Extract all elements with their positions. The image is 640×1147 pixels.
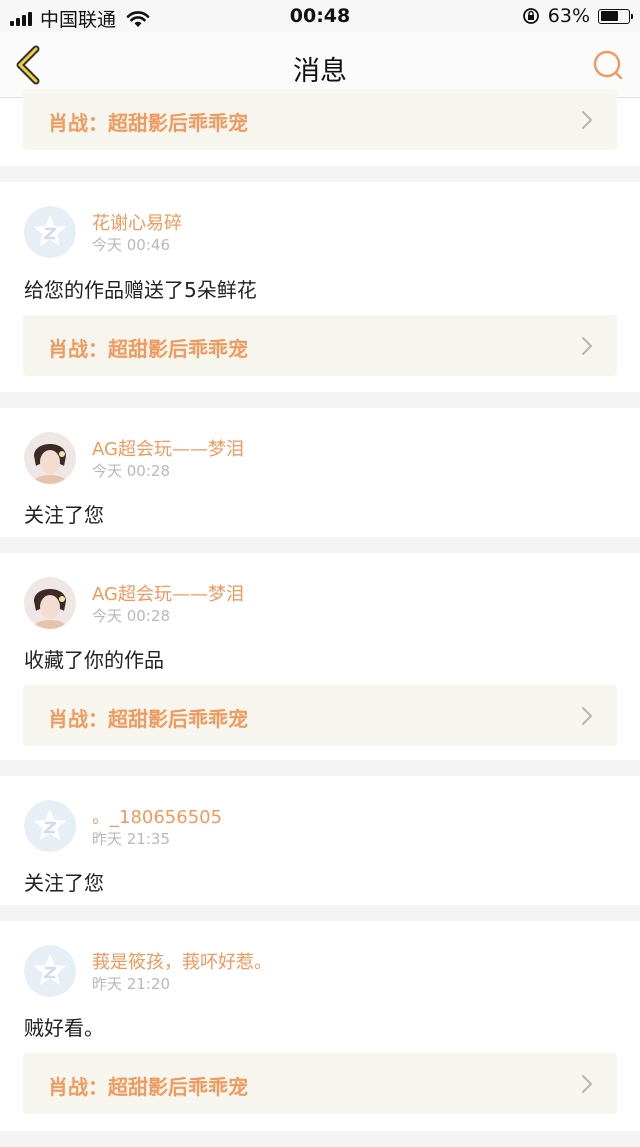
message-card[interactable]: 。_180656505 昨天 21:35 关注了您	[0, 776, 640, 905]
message-text: 关注了您	[24, 871, 104, 895]
battery-icon	[598, 8, 633, 24]
work-title: 肖战：超甜影后乖乖宠	[48, 1075, 248, 1099]
search-icon[interactable]	[592, 49, 624, 81]
status-bar: 中国联通 00:48 63%	[0, 0, 640, 32]
message-text: 贼好看。	[24, 1016, 104, 1040]
message-text: 收藏了你的作品	[24, 648, 164, 672]
chevron-right-icon	[582, 337, 592, 355]
default-avatar-icon[interactable]	[24, 206, 76, 258]
message-list: 肖战：超甜影后乖乖宠 花谢心易碎 今天 00:46 给您的作品赠送了5朵鲜花 肖…	[0, 89, 640, 1147]
chevron-right-icon	[582, 111, 592, 129]
work-link[interactable]: 肖战：超甜影后乖乖宠	[23, 685, 617, 746]
status-right: 63%	[522, 5, 633, 27]
message-card[interactable]: AG超会玩——梦泪 今天 00:28 关注了您	[0, 408, 640, 537]
message-time: 昨天 21:35	[92, 830, 170, 848]
user-name[interactable]: AG超会玩——梦泪	[92, 580, 244, 606]
message-card[interactable]: AG超会玩——梦泪 今天 00:28 收藏了你的作品 肖战：超甜影后乖乖宠	[0, 553, 640, 760]
user-name[interactable]: AG超会玩——梦泪	[92, 435, 244, 461]
battery-fill	[600, 11, 618, 21]
message-card[interactable]: 花谢心易碎 今天 00:46 给您的作品赠送了5朵鲜花 肖战：超甜影后乖乖宠	[0, 182, 640, 392]
message-text: 给您的作品赠送了5朵鲜花	[24, 278, 257, 302]
work-link[interactable]: 肖战：超甜影后乖乖宠	[23, 1053, 617, 1114]
message-time: 今天 00:28	[92, 462, 170, 480]
work-link[interactable]: 肖战：超甜影后乖乖宠	[23, 89, 617, 150]
photo-avatar[interactable]	[24, 577, 76, 629]
default-avatar-icon[interactable]	[24, 945, 76, 997]
photo-avatar[interactable]	[24, 432, 76, 484]
user-name[interactable]: 。_180656505	[92, 803, 222, 829]
work-title: 肖战：超甜影后乖乖宠	[48, 111, 248, 135]
page-title: 消息	[293, 56, 347, 87]
chevron-right-icon	[582, 1075, 592, 1093]
orientation-lock-icon	[522, 8, 539, 24]
user-name[interactable]: 花谢心易碎	[92, 209, 182, 235]
message-time: 今天 00:46	[92, 236, 170, 254]
message-card[interactable]: 莪是筱孩，莪吥好惹。 昨天 21:20 贼好看。 肖战：超甜影后乖乖宠	[0, 921, 640, 1131]
message-text: 关注了您	[24, 503, 104, 527]
work-title: 肖战：超甜影后乖乖宠	[48, 707, 248, 731]
message-time: 今天 00:28	[92, 607, 170, 625]
work-link[interactable]: 肖战：超甜影后乖乖宠	[23, 315, 617, 376]
user-name[interactable]: 莪是筱孩，莪吥好惹。	[92, 948, 272, 974]
battery-percent: 63%	[547, 5, 590, 27]
message-card-partial: 肖战：超甜影后乖乖宠	[0, 89, 640, 166]
work-title: 肖战：超甜影后乖乖宠	[48, 337, 248, 361]
default-avatar-icon[interactable]	[24, 800, 76, 852]
message-time: 昨天 21:20	[92, 975, 170, 993]
chevron-right-icon	[582, 707, 592, 725]
